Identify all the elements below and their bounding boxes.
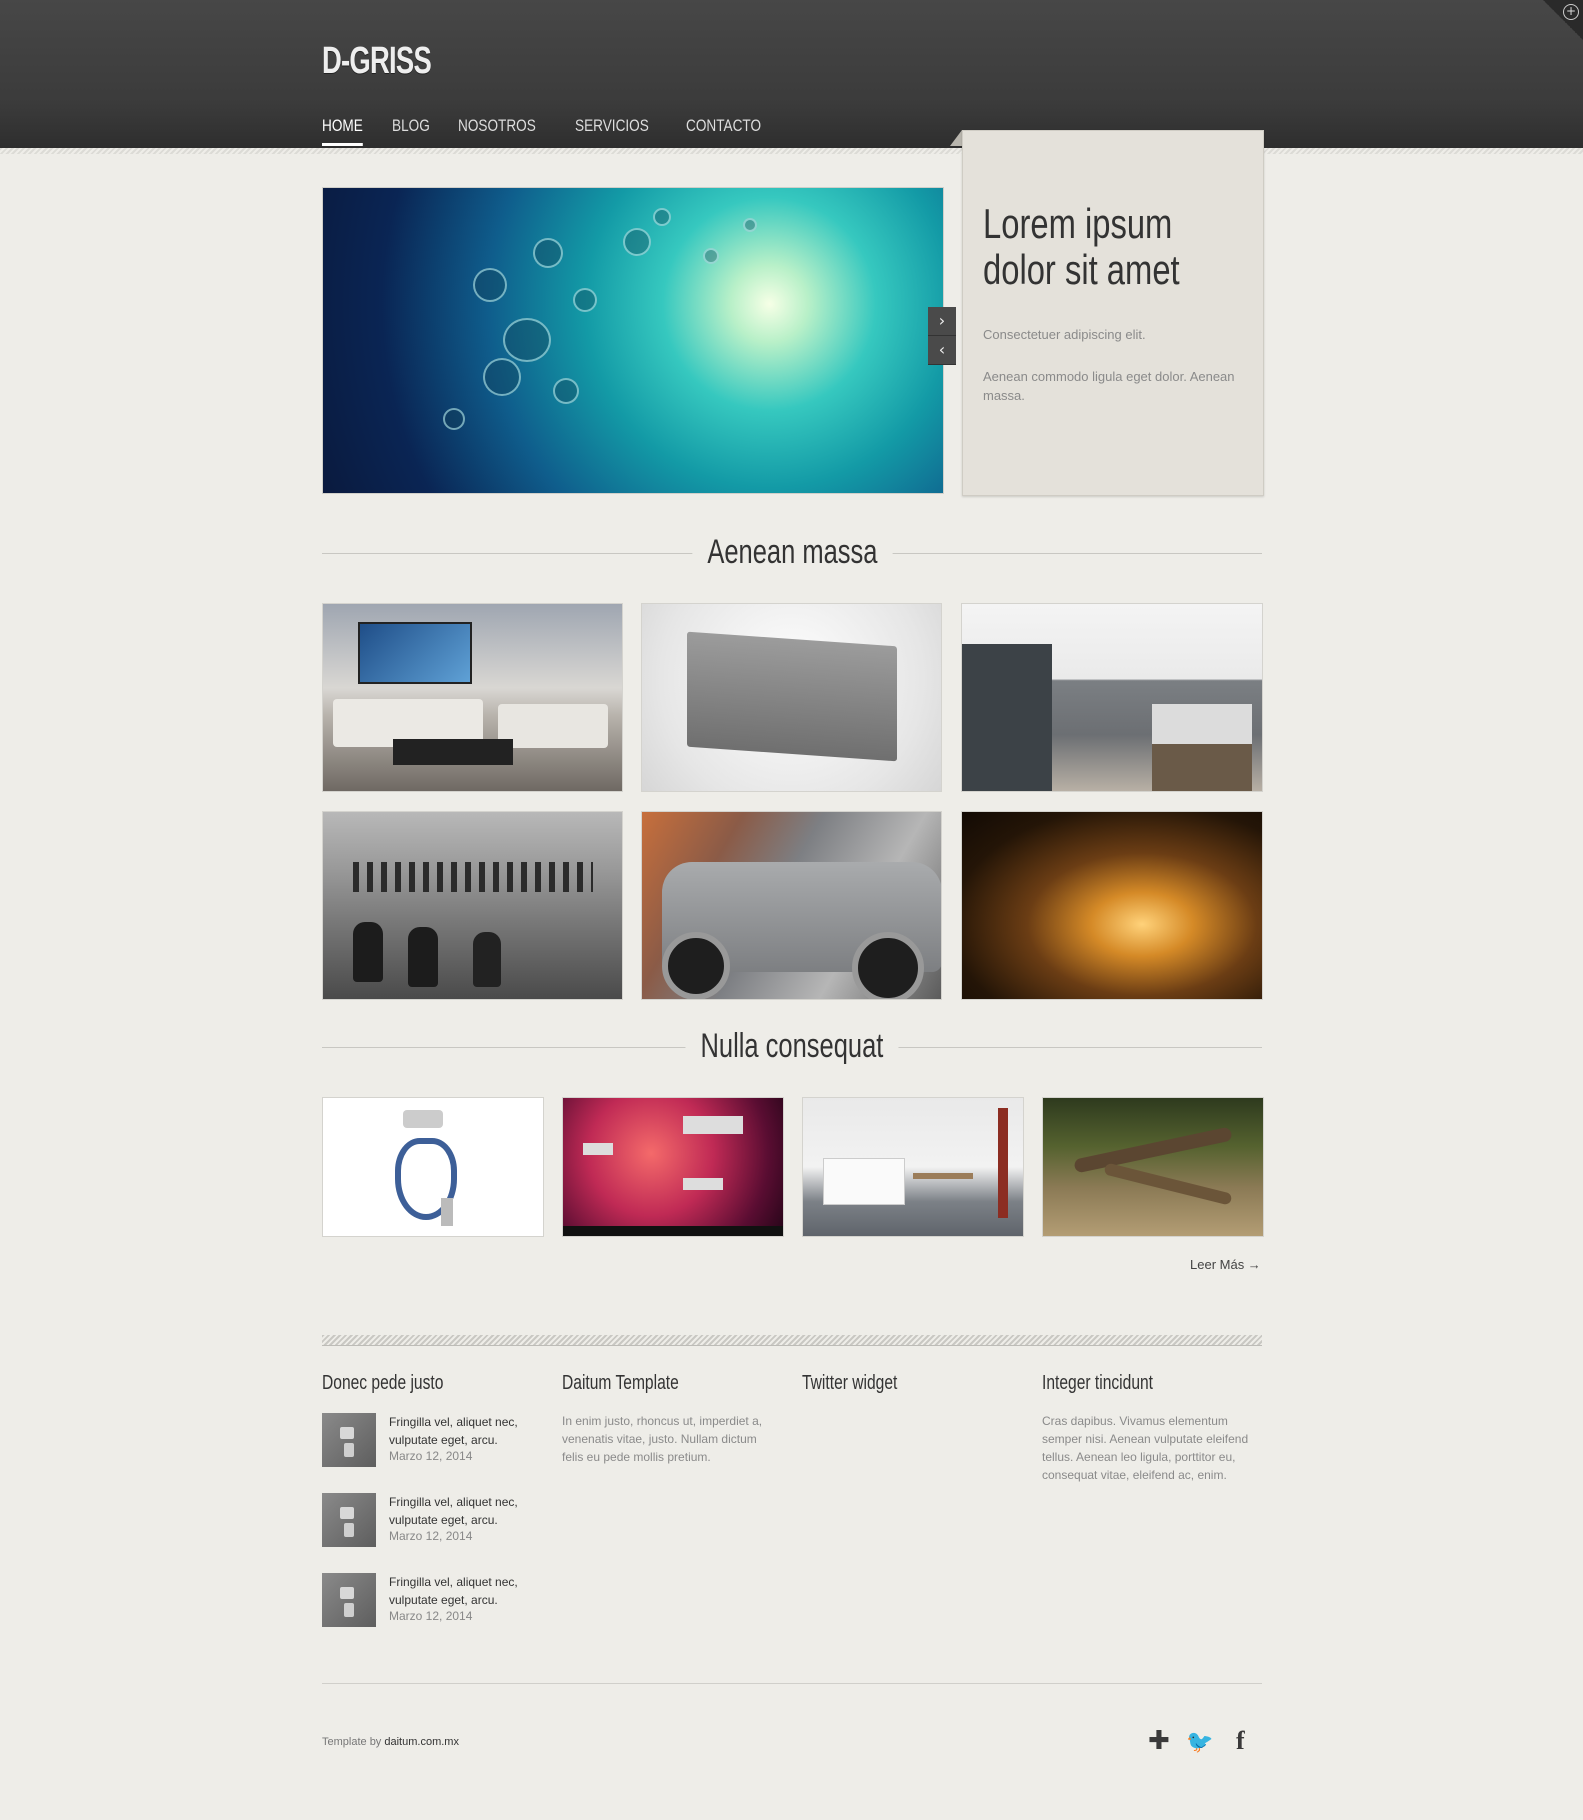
crowd-shape [353,862,593,892]
sofa-shape [498,704,608,748]
recent-post-item[interactable]: Fringilla vel, aliquet nec, vulputate eg… [322,1493,542,1548]
post-date: Marzo 12, 2014 [389,1609,473,1623]
branch-shape [1073,1126,1233,1174]
slider-prev-button[interactable]: ‹ [928,336,956,365]
project-image-tree[interactable] [1042,1097,1264,1237]
table-shape [393,739,513,765]
tube-shape [441,1198,453,1226]
bubble-decoration [503,318,551,362]
window-shape [583,1143,613,1155]
post-title[interactable]: Fringilla vel, aliquet nec, vulputate eg… [389,1493,549,1529]
recent-post-item[interactable]: Fringilla vel, aliquet nec, vulputate eg… [322,1573,542,1628]
footer-col1-title: Donec pede justo [322,1372,444,1394]
bubble-decoration [473,268,507,302]
promo-text: Consectetuer adipiscing elit. [983,327,1146,342]
wheel-shape [662,932,730,999]
window-shape [683,1116,743,1134]
bubble-decoration [443,408,465,430]
mask-shape [403,1110,443,1128]
bubble-decoration [703,248,719,264]
bubble-decoration [573,288,597,312]
sink-shape [1152,704,1252,744]
bubble-decoration [623,228,651,256]
plus-circle-icon[interactable]: + [1563,4,1579,20]
branch-shape [1103,1162,1233,1206]
nav-item-blog[interactable]: BLOG [392,116,430,146]
gallery-image-bathroom[interactable] [961,603,1263,792]
table-shape [913,1173,973,1179]
slider-next-button[interactable]: › [928,307,956,336]
footer-col2-text: In enim justo, rhoncus ut, imperdiet a, … [562,1414,763,1464]
taskbar-shape [563,1226,783,1236]
section-title-text: Nulla consequat [685,1027,899,1066]
gallery-image-beach-vintage[interactable] [322,811,623,1000]
painting-shape [358,622,472,684]
promo-fold [950,130,962,146]
nav-item-home[interactable]: HOME [322,116,363,146]
gallery-image-box[interactable] [641,603,942,792]
person-shape [408,927,438,987]
header-stripe [0,148,1583,154]
read-more-link[interactable]: Leer Más → [1190,1257,1261,1272]
section-title-text: Aenean massa [691,533,893,572]
post-title[interactable]: Fringilla vel, aliquet nec, vulputate eg… [389,1413,549,1449]
plus-icon[interactable]: ✚ [1148,1726,1170,1756]
post-date: Marzo 12, 2014 [389,1529,473,1543]
post-date: Marzo 12, 2014 [389,1449,473,1463]
section-title-projects: Nulla consequat [322,1027,1262,1066]
project-image-kitchen[interactable] [802,1097,1024,1237]
nav-item-servicios[interactable]: SERVICIOS [575,116,649,146]
promo-title: Lorem ipsum dolor sit amet [983,200,1180,293]
post-title[interactable]: Fringilla vel, aliquet nec, vulputate eg… [389,1573,549,1609]
credit-link[interactable]: daitum.com.mx [384,1736,459,1748]
promo-panel: Lorem ipsum dolor sit amet Consectetuer … [962,130,1264,496]
wheel-shape [852,932,924,999]
bubble-decoration [483,358,521,396]
twitter-icon[interactable]: 🐦 [1186,1730,1213,1755]
post-thumbnail[interactable] [322,1573,376,1627]
corner-fold[interactable]: + [1543,0,1583,40]
recent-post-item[interactable]: Fringilla vel, aliquet nec, vulputate eg… [322,1413,542,1468]
person-shape [473,932,501,987]
bubble-decoration [653,208,671,226]
bubble-decoration [533,238,563,268]
bubble-decoration [553,378,579,404]
section-title-gallery: Aenean massa [322,533,1262,572]
footer-divider [322,1683,1262,1684]
post-thumbnail[interactable] [322,1493,376,1547]
footer-col2-title: Daitum Template [562,1372,679,1394]
footer-col4-text: Cras dapibus. Vivamus elementum semper n… [1042,1414,1249,1482]
footer-col3-title: Twitter widget [802,1372,898,1394]
gallery-image-living-room[interactable] [322,603,623,792]
gallery-image-sunset[interactable] [961,811,1263,1000]
footer-col4-title: Integer tincidunt [1042,1372,1154,1394]
slider-controls: › ‹ [928,307,956,365]
person-shape [353,922,383,982]
shelf-shape [998,1108,1008,1218]
footer-divider-stripe [322,1335,1262,1346]
project-image-desktop[interactable] [562,1097,784,1237]
window-shape [683,1178,723,1190]
facebook-icon[interactable]: f [1236,1726,1245,1756]
main-nav: HOME BLOG NOSOTROS SERVICIOS CONTACTO [322,116,799,146]
bubble-decoration [743,218,757,232]
counter-shape [823,1158,905,1205]
nav-item-contacto[interactable]: CONTACTO [686,116,761,146]
post-thumbnail[interactable] [322,1413,376,1467]
promo-text: Aenean commodo ligula eget dolor. Aenean… [983,369,1235,403]
project-image-mask[interactable] [322,1097,544,1237]
hero-slider-image[interactable] [322,187,944,494]
wall-shape [962,644,1052,791]
footer-credit: Template by daitum.com.mx [322,1736,459,1748]
site-logo[interactable]: D-GRISS [322,40,432,83]
credit-prefix: Template by [322,1736,385,1748]
cabinet-shape [1152,744,1252,791]
nav-item-nosotros[interactable]: NOSOTROS [458,116,536,146]
gallery-image-car[interactable] [641,811,942,1000]
box-shape [687,631,897,762]
